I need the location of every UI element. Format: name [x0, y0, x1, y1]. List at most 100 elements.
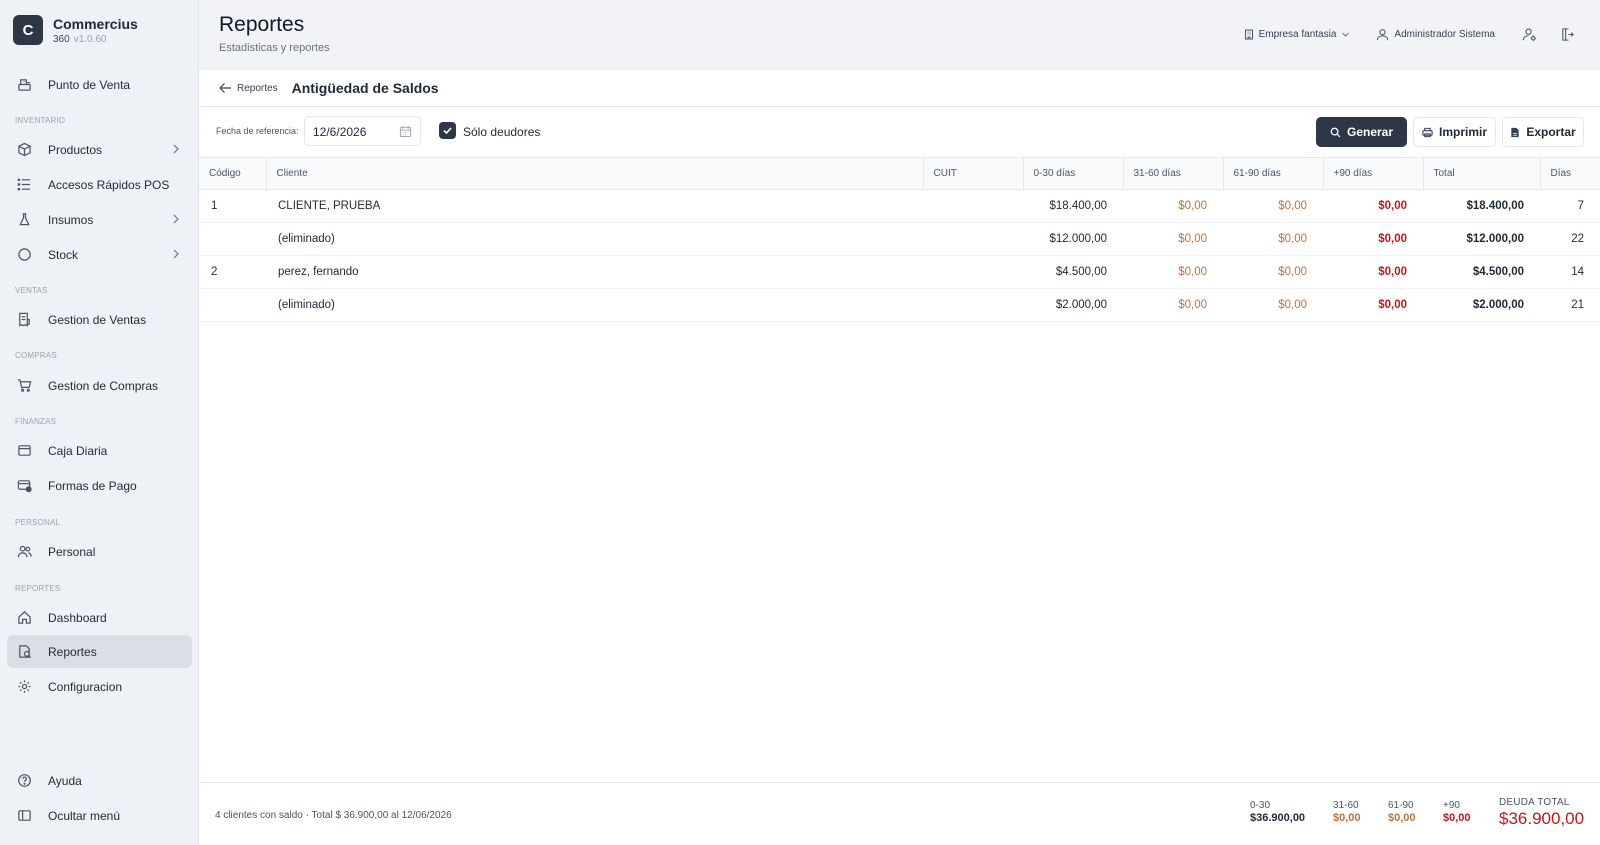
export-button[interactable]: Exportar	[1502, 117, 1584, 147]
cell-90-plus: $0,00	[1323, 255, 1423, 289]
user-menu[interactable]: Administrador Sistema	[1376, 28, 1495, 41]
summary-total-value: $36.900,00	[1499, 809, 1585, 828]
help-icon	[16, 773, 32, 789]
col-header-0-30[interactable]: 0-30 días	[1023, 158, 1124, 190]
cell-61-90: $0,00	[1223, 189, 1323, 223]
search-icon	[1330, 127, 1341, 137]
cell-total: $4.500,00	[1423, 255, 1540, 289]
summary-label: 61-90	[1388, 800, 1414, 811]
sidebar-item-gestion-compras[interactable]: Gestion de Compras	[7, 369, 192, 402]
cell-0-30: $4.500,00	[1023, 255, 1123, 289]
ref-date-input[interactable]: 12/6/2026	[304, 116, 421, 146]
col-header-cuit[interactable]: CUIT	[923, 158, 1024, 190]
section-reportes: REPORTES	[15, 584, 61, 593]
cell-31-60: $0,00	[1123, 288, 1223, 322]
check-icon	[443, 127, 452, 135]
cell-dias: 22	[1540, 222, 1600, 256]
calendar-icon[interactable]	[399, 125, 412, 138]
sidebar-item-label: Punto de Venta	[48, 77, 131, 92]
table-row[interactable]: (eliminado) $12.000,00 $0,00 $0,00 $0,00…	[199, 222, 1600, 256]
table-header-row: Código Cliente CUIT 0-30 días 31-60 días…	[199, 158, 1600, 190]
section-inventario: INVENTARIO	[15, 116, 66, 125]
summary-0-30: 0-30 $36.900,00	[1250, 800, 1305, 824]
cell-61-90: $0,00	[1223, 255, 1323, 289]
sidebar-item-reportes[interactable]: Reportes	[7, 635, 192, 668]
sidebar-item-productos[interactable]: Productos	[7, 133, 192, 166]
sidebar-item-stock[interactable]: Stock	[7, 238, 192, 271]
list-icon	[16, 177, 32, 193]
cell-cliente: CLIENTE, PRUEBA	[266, 189, 923, 223]
col-header-codigo[interactable]: Código	[199, 158, 267, 190]
sidebar-item-punto-de-venta[interactable]: Punto de Venta	[7, 68, 192, 101]
chevron-down-icon	[1342, 32, 1350, 37]
sidebar-toggle-icon	[16, 808, 32, 824]
cell-cliente: (eliminado)	[266, 288, 923, 322]
only-debtors-label[interactable]: Sólo deudores	[463, 125, 540, 139]
cash-register-icon	[16, 77, 32, 93]
sidebar-item-insumos[interactable]: Insumos	[7, 203, 192, 236]
cell-cuit	[923, 222, 1023, 256]
summary-footer: 4 clientes con saldo · Total $ 36.900,00…	[199, 782, 1600, 845]
cell-cliente: (eliminado)	[266, 222, 923, 256]
sidebar-item-ocultar-menu[interactable]: Ocultar menú	[7, 799, 192, 832]
print-button-label: Imprimir	[1438, 125, 1487, 139]
sidebar-item-label: Ayuda	[48, 773, 82, 788]
table-row[interactable]: 1 CLIENTE, PRUEBA $18.400,00 $0,00 $0,00…	[199, 189, 1600, 223]
summary-value: $0,00	[1333, 812, 1361, 824]
col-header-total[interactable]: Total	[1423, 158, 1541, 190]
cell-codigo	[199, 288, 266, 322]
sidebar-item-label: Dashboard	[48, 610, 107, 625]
sidebar-item-gestion-ventas[interactable]: Gestion de Ventas	[7, 303, 192, 336]
col-header-31-60[interactable]: 31-60 días	[1123, 158, 1224, 190]
col-header-cliente[interactable]: Cliente	[266, 158, 924, 190]
cell-codigo: 2	[199, 255, 266, 289]
sidebar-item-dashboard[interactable]: Dashboard	[7, 601, 192, 634]
print-button[interactable]: Imprimir	[1413, 117, 1496, 147]
sidebar-item-label: Configuracion	[48, 679, 123, 694]
generate-button[interactable]: Generar	[1316, 117, 1407, 147]
col-header-61-90[interactable]: 61-90 días	[1223, 158, 1324, 190]
app-name: Commercius	[53, 16, 138, 32]
ref-date-value: 12/6/2026	[313, 125, 367, 139]
sidebar-item-configuracion[interactable]: Configuracion	[7, 670, 192, 703]
section-finanzas: FINANZAS	[15, 417, 57, 426]
sidebar-item-personal[interactable]: Personal	[7, 535, 192, 568]
logout-icon	[1562, 27, 1574, 41]
cell-codigo	[199, 222, 266, 256]
box-icon	[16, 142, 32, 158]
summary-61-90: 61-90 $0,00	[1388, 800, 1416, 824]
circle-icon	[16, 247, 32, 263]
company-selector[interactable]: Empresa fantasia	[1244, 29, 1351, 40]
col-header-90-plus[interactable]: +90 días	[1323, 158, 1424, 190]
cell-cliente: perez, fernando	[266, 255, 923, 289]
user-cog-icon	[1522, 28, 1537, 41]
only-debtors-checkbox[interactable]	[439, 122, 456, 139]
cell-31-60: $0,00	[1123, 222, 1223, 256]
brand: C Commercius 360 v1.0.60	[0, 0, 198, 72]
cell-0-30: $2.000,00	[1023, 288, 1123, 322]
user-settings-button[interactable]	[1522, 27, 1537, 42]
chevron-right-icon	[173, 249, 179, 259]
summary-value: $0,00	[1388, 812, 1416, 824]
col-header-dias[interactable]: Días	[1540, 158, 1600, 190]
summary-note: 4 clientes con saldo · Total $ 36.900,00…	[215, 810, 452, 821]
back-to-reportes-link[interactable]: Reportes	[218, 82, 278, 94]
report-icon	[16, 644, 32, 660]
sidebar-item-accesos-rapidos[interactable]: Accesos Rápidos POS	[7, 168, 192, 201]
filter-bar: Fecha de referencia: 12/6/2026 Sólo deud…	[199, 107, 1600, 158]
logout-button[interactable]	[1560, 27, 1575, 42]
building-icon	[1244, 29, 1253, 39]
sidebar-item-caja-diaria[interactable]: Caja Diaria	[7, 434, 192, 467]
cell-cuit	[923, 288, 1023, 322]
table-row[interactable]: (eliminado) $2.000,00 $0,00 $0,00 $0,00 …	[199, 288, 1600, 322]
sidebar-item-label: Gestion de Ventas	[48, 312, 147, 327]
sidebar: C Commercius 360 v1.0.60 Punto de Venta I…	[0, 0, 199, 845]
users-icon	[16, 544, 32, 560]
sidebar-item-ayuda[interactable]: Ayuda	[7, 764, 192, 797]
sidebar-item-label: Reportes	[48, 644, 97, 659]
summary-value: $0,00	[1443, 812, 1471, 824]
table-row[interactable]: 2 perez, fernando $4.500,00 $0,00 $0,00 …	[199, 255, 1600, 289]
arrow-left-icon	[219, 83, 231, 93]
sidebar-item-formas-de-pago[interactable]: Formas de Pago	[7, 469, 192, 502]
report-content: Reportes Antigüedad de Saldos Fecha de r…	[199, 70, 1600, 845]
